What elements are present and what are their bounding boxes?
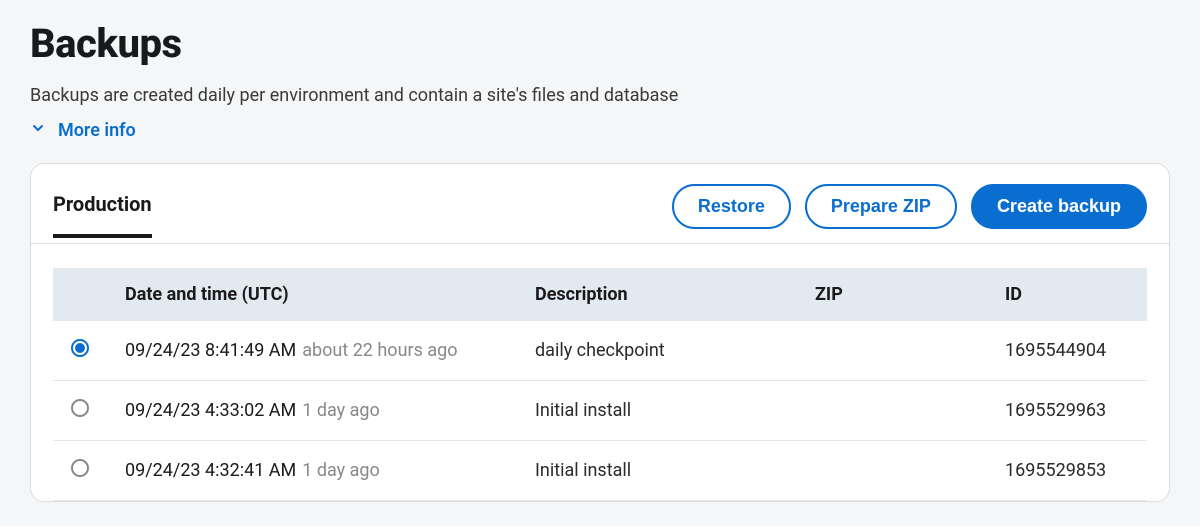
row-zip [797,321,987,381]
row-relative-time: 1 day ago [302,460,380,481]
row-datetime: 09/24/23 4:32:41 AM [125,460,296,481]
col-zip: ZIP [797,268,987,321]
row-description: Initial install [517,381,797,441]
page-subtitle: Backups are created daily per environmen… [30,85,1170,106]
table-row[interactable]: 09/24/23 8:41:49 AM about 22 hours ago dai… [53,321,1147,381]
col-datetime: Date and time (UTC) [107,268,517,321]
row-description: daily checkpoint [517,321,797,381]
row-relative-time: 1 day ago [302,400,380,421]
more-info-label: More info [58,120,136,141]
create-backup-button[interactable]: Create backup [971,184,1147,229]
row-datetime: 09/24/23 8:41:49 AM [125,340,296,361]
backups-card: Production Restore Prepare ZIP Create ba… [30,163,1170,502]
col-id: ID [987,268,1147,321]
page-title: Backups [30,20,1170,67]
row-datetime: 09/24/23 4:33:02 AM [125,400,296,421]
table-row[interactable]: 09/24/23 4:32:41 AM 1 day ago Initial inst… [53,441,1147,501]
actions-row: Restore Prepare ZIP Create backup [672,184,1147,243]
table-row[interactable]: 09/24/23 4:33:02 AM 1 day ago Initial inst… [53,381,1147,441]
col-description: Description [517,268,797,321]
row-description: Initial install [517,441,797,501]
row-zip [797,441,987,501]
more-info-toggle[interactable]: More info [30,120,136,141]
prepare-zip-button[interactable]: Prepare ZIP [805,184,957,229]
backups-table: Date and time (UTC) Description ZIP ID 0… [53,268,1147,501]
row-zip [797,381,987,441]
tab-production[interactable]: Production [53,192,152,238]
row-id: 1695544904 [987,321,1147,381]
chevron-down-icon [30,120,46,141]
row-select-radio[interactable] [71,399,89,417]
row-select-radio[interactable] [71,459,89,477]
row-select-radio[interactable] [71,339,89,357]
row-id: 1695529853 [987,441,1147,501]
restore-button[interactable]: Restore [672,184,791,229]
card-header: Production Restore Prepare ZIP Create ba… [31,184,1169,244]
row-relative-time: about 22 hours ago [302,340,457,361]
table-header-row: Date and time (UTC) Description ZIP ID [53,268,1147,321]
row-id: 1695529963 [987,381,1147,441]
